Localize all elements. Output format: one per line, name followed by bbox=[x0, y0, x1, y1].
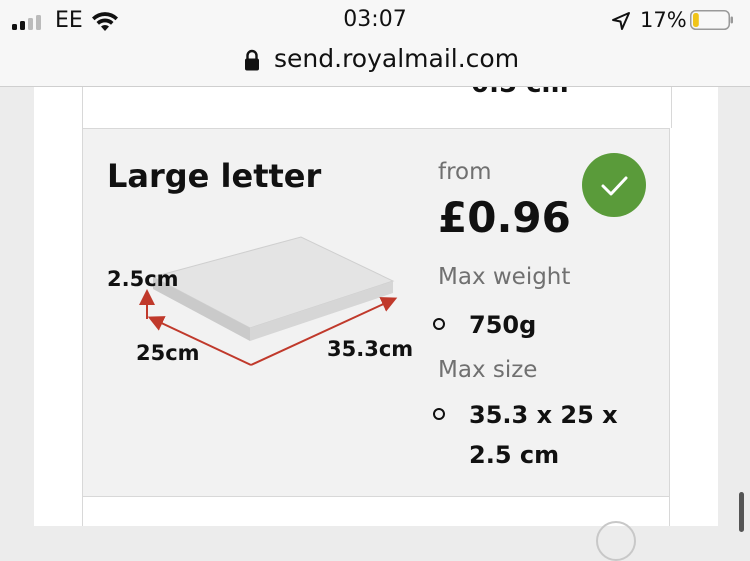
scrollbar[interactable] bbox=[739, 492, 744, 532]
max-size-value-line1: 35.3 x 25 x bbox=[469, 401, 618, 429]
battery-icon bbox=[690, 10, 733, 30]
max-size-label: Max size bbox=[438, 357, 538, 383]
card-title: Large letter bbox=[107, 157, 322, 195]
location-arrow-icon bbox=[612, 12, 630, 30]
address-bar[interactable]: send.royalmail.com bbox=[0, 44, 750, 87]
battery-percentage: 17% bbox=[640, 8, 687, 32]
length-dimension-label: 35.3cm bbox=[327, 337, 414, 361]
width-dimension-label: 25cm bbox=[136, 341, 200, 365]
bullet-icon bbox=[433, 318, 445, 330]
bullet-icon bbox=[433, 408, 445, 420]
previous-option-card[interactable]: 0.5 cm bbox=[82, 87, 672, 128]
lock-icon bbox=[245, 49, 259, 71]
status-bar: EE 03:07 17% bbox=[0, 0, 750, 44]
price: £0.96 bbox=[438, 193, 571, 242]
selected-check-icon[interactable] bbox=[582, 153, 646, 217]
max-weight-label: Max weight bbox=[438, 264, 571, 290]
price-prefix: from bbox=[438, 159, 492, 185]
height-dimension-label: 2.5cm bbox=[107, 267, 179, 291]
large-letter-option-card[interactable]: Large letter 2.5cm 25cm 35.3cm from £0.9… bbox=[82, 128, 670, 497]
previous-card-size-text: 0.5 cm bbox=[471, 87, 569, 99]
status-time: 03:07 bbox=[343, 7, 407, 32]
url-text[interactable]: send.royalmail.com bbox=[274, 44, 519, 73]
next-option-card[interactable] bbox=[82, 497, 670, 561]
unselected-radio-icon[interactable] bbox=[596, 521, 636, 561]
max-weight-value: 750g bbox=[469, 311, 537, 339]
max-size-value-line2: 2.5 cm bbox=[469, 441, 560, 469]
